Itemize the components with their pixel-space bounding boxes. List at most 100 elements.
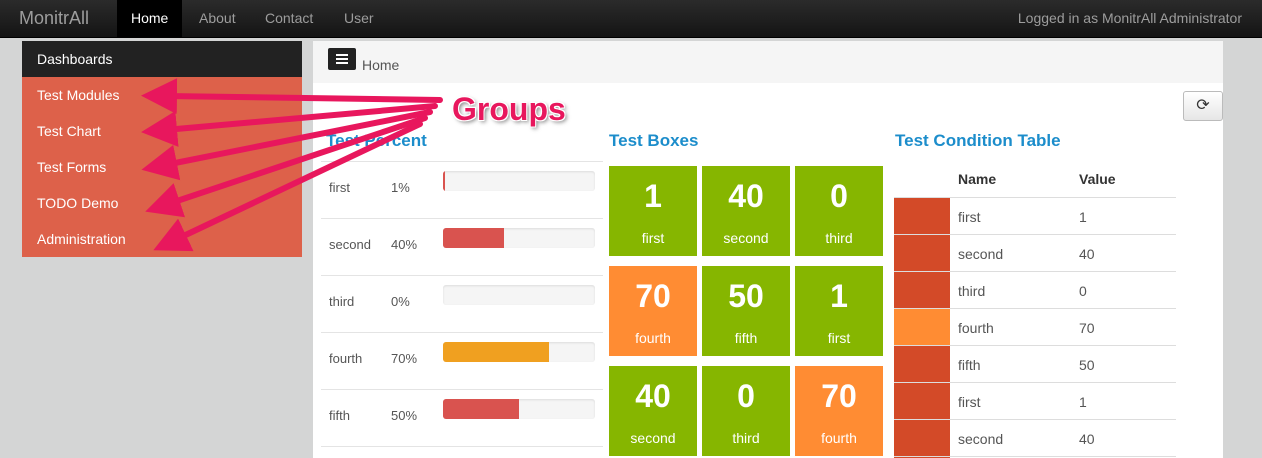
breadcrumb-bar: Home <box>313 41 1223 83</box>
sidebar-item-test-modules[interactable]: Test Modules <box>22 77 302 113</box>
table-row: second 40 <box>894 419 1176 457</box>
percent-value: 1% <box>391 180 410 195</box>
progress-fill <box>443 171 445 191</box>
condition-swatch <box>894 383 950 420</box>
stat-label: second <box>723 230 769 246</box>
table-row: third 0 <box>894 271 1176 309</box>
row-name: first <box>958 394 981 410</box>
row-name: second <box>958 246 1004 262</box>
row-value: 40 <box>1079 431 1095 447</box>
row-value: 40 <box>1079 246 1095 262</box>
table-row: fourth 70 <box>894 308 1176 346</box>
stat-value: 40 <box>635 378 671 414</box>
row-name: first <box>958 209 981 225</box>
column-header-value: Value <box>1079 171 1116 187</box>
stat-label: fourth <box>635 330 671 346</box>
progress-fill <box>443 342 550 362</box>
sidebar-item-test-chart[interactable]: Test Chart <box>22 113 302 149</box>
stat-box: 70 fourth <box>795 366 883 456</box>
stat-value: 1 <box>644 178 662 214</box>
progress-bar <box>443 171 595 191</box>
stat-box: 1 first <box>795 266 883 356</box>
stat-value: 50 <box>728 278 764 314</box>
row-value: 1 <box>1079 209 1087 225</box>
refresh-icon: ⟳ <box>1196 97 1210 114</box>
percent-row-partial <box>321 446 603 458</box>
row-value: 0 <box>1079 283 1087 299</box>
percent-value: 50% <box>391 408 418 423</box>
top-navbar: MonitrAll Home About Contact User Logged… <box>0 0 1262 38</box>
stat-label: fifth <box>734 330 758 346</box>
nav-user[interactable]: User <box>344 0 374 38</box>
stat-value: 1 <box>830 278 848 314</box>
stat-box: 0 third <box>702 366 790 456</box>
stat-value: 40 <box>728 178 764 214</box>
percent-name: fourth <box>329 351 363 366</box>
stat-label: third <box>732 430 760 446</box>
percent-row: first 1% <box>321 161 603 218</box>
sidebar-item-todo-demo[interactable]: TODO Demo <box>22 185 302 221</box>
percent-name: third <box>329 294 355 309</box>
condition-swatch <box>894 420 950 457</box>
stat-box: 70 fourth <box>609 266 697 356</box>
percent-value: 0% <box>391 294 410 309</box>
condition-swatch <box>894 346 950 383</box>
percent-row: fourth 70% <box>321 332 603 389</box>
progress-fill <box>443 399 519 419</box>
condition-swatch <box>894 309 950 346</box>
condition-swatch <box>894 198 950 235</box>
row-value: 1 <box>1079 394 1087 410</box>
main-content: Home ⟳ Test Percent first 1% second 40% … <box>313 41 1223 458</box>
percent-value: 70% <box>391 351 418 366</box>
column-header-name: Name <box>958 171 997 187</box>
menu-toggle-button[interactable] <box>328 48 356 70</box>
stat-label: fourth <box>821 430 857 446</box>
row-value: 70 <box>1079 320 1095 336</box>
row-name: third <box>958 283 986 299</box>
sidebar-item-test-forms[interactable]: Test Forms <box>22 149 302 185</box>
refresh-button[interactable]: ⟳ <box>1183 91 1223 121</box>
groups-annotation-label: Groups <box>452 91 566 127</box>
table-row: second 40 <box>894 234 1176 272</box>
stat-value: 0 <box>737 378 755 414</box>
breadcrumb-home[interactable]: Home <box>362 57 399 73</box>
stat-value: 70 <box>821 378 857 414</box>
percent-name: fifth <box>329 408 350 423</box>
condition-swatch <box>894 235 950 272</box>
stat-label: second <box>630 430 676 446</box>
table-row: first 1 <box>894 197 1176 235</box>
progress-bar <box>443 285 595 305</box>
row-value: 50 <box>1079 357 1095 373</box>
row-name: fifth <box>958 357 981 373</box>
stat-box: 40 second <box>609 366 697 456</box>
sidebar-header[interactable]: Dashboards <box>22 41 302 77</box>
stat-label: third <box>825 230 853 246</box>
stat-value: 0 <box>830 178 848 214</box>
percent-row: second 40% <box>321 218 603 275</box>
percent-value: 40% <box>391 237 418 252</box>
progress-bar <box>443 228 595 248</box>
sidebar-list: Test Modules Test Chart Test Forms TODO … <box>22 77 302 257</box>
hamburger-icon <box>336 54 348 56</box>
logged-in-status: Logged in as MonitrAll Administrator <box>1017 10 1242 26</box>
condition-table-title: Test Condition Table <box>895 131 1061 150</box>
sidebar-item-administration[interactable]: Administration <box>22 221 302 257</box>
stat-value: 70 <box>635 278 671 314</box>
table-row: fifth 50 <box>894 345 1176 383</box>
stat-box: 50 fifth <box>702 266 790 356</box>
nav-about[interactable]: About <box>199 0 236 38</box>
percent-row: fifth 50% <box>321 389 603 446</box>
stat-box: 1 first <box>609 166 697 256</box>
nav-home[interactable]: Home <box>117 0 183 38</box>
progress-bar <box>443 342 595 362</box>
stat-label: first <box>641 230 665 246</box>
percent-name: first <box>329 180 350 195</box>
condition-swatch <box>894 272 950 309</box>
boxes-title: Test Boxes <box>609 131 699 150</box>
nav-contact[interactable]: Contact <box>265 0 313 38</box>
stat-box: 40 second <box>702 166 790 256</box>
stat-box: 0 third <box>795 166 883 256</box>
sidebar: Dashboards Test Modules Test Chart Test … <box>22 41 302 257</box>
brand-logo[interactable]: MonitrAll <box>19 8 89 29</box>
progress-fill <box>443 228 504 248</box>
